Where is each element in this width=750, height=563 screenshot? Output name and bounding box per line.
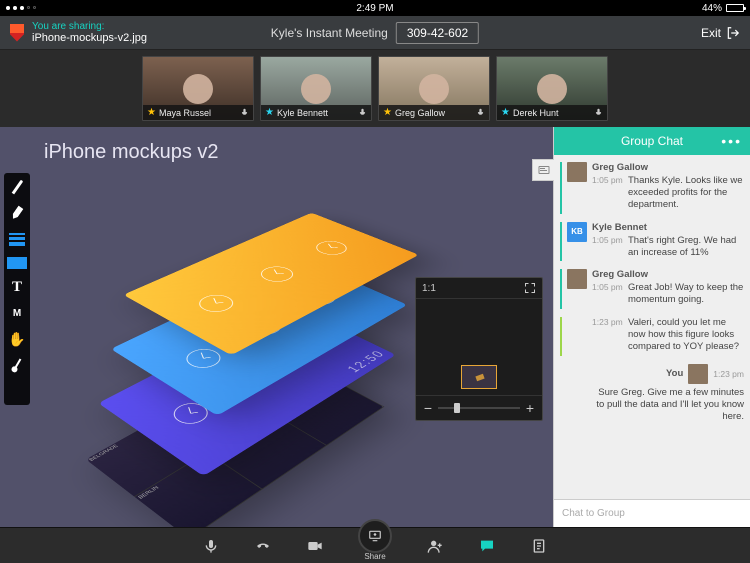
zoom-minimap[interactable]: 1:1 − + [415, 277, 543, 421]
msg-author: Greg Gallow [592, 269, 744, 280]
add-participant-button[interactable] [426, 538, 444, 554]
avatar: KB [567, 222, 587, 242]
exit-button[interactable]: Exit [701, 26, 740, 40]
meeting-title: Kyle's Instant Meeting [271, 26, 388, 40]
pen-tool[interactable] [8, 179, 26, 195]
msg-author: You [666, 368, 683, 379]
ios-status-bar: 2:49 PM 44% [0, 0, 750, 16]
msg-author: Kyle Bennet [592, 222, 744, 233]
sharing-filename: iPhone-mockups-v2.jpg [32, 32, 147, 44]
star-icon: ★ [147, 107, 156, 118]
color-picker-tool[interactable] [7, 257, 27, 269]
hangup-button[interactable] [254, 538, 272, 554]
battery-icon [726, 4, 744, 12]
chat-title: Group Chat [621, 134, 683, 148]
battery-percent: 44% [702, 3, 722, 14]
expand-icon[interactable] [524, 282, 536, 294]
video-button[interactable] [306, 538, 324, 554]
participant-tile[interactable]: ★Greg Gallow [378, 56, 490, 121]
zoom-slider[interactable] [438, 407, 520, 409]
share-label: Share [364, 552, 385, 561]
mic-icon[interactable] [240, 108, 249, 117]
participants-row: ★Maya Russel ★Kyle Bennett ★Greg Gallow … [0, 50, 750, 127]
canvas-title: iPhone mockups v2 [44, 141, 219, 164]
star-icon: ★ [501, 107, 510, 118]
participant-name: Derek Hunt [513, 108, 559, 118]
mockup-illustration: BELGRADEBERLINBERLINBERLINBISHKEKBISHKEK… [90, 187, 420, 487]
shared-canvas[interactable]: iPhone mockups v2 T M ✋ BELGRADEBERLINBE… [0, 127, 553, 527]
meeting-id-button[interactable]: 309-42-602 [396, 22, 479, 44]
msg-time: 1:05 pm [592, 175, 624, 185]
star-icon: ★ [383, 107, 392, 118]
m-tool[interactable]: M [8, 305, 26, 321]
msg-text: Thanks Kyle. Looks like we exceeded prof… [628, 175, 744, 211]
msg-text: Sure Greg. Give me a few minutes to pull… [594, 387, 744, 423]
mute-button[interactable] [202, 538, 220, 554]
hand-tool[interactable]: ✋ [8, 331, 26, 347]
msg-text: Great Job! Way to keep the momentum goin… [628, 282, 744, 306]
mic-icon[interactable] [358, 108, 367, 117]
star-icon: ★ [265, 107, 274, 118]
mic-icon[interactable] [594, 108, 603, 117]
chat-input[interactable] [554, 500, 750, 527]
avatar [567, 162, 587, 182]
msg-text: Valeri, could you let me now how this fi… [628, 317, 744, 353]
share-button[interactable]: Share [358, 519, 392, 561]
participant-name: Maya Russel [159, 108, 211, 118]
bottom-toolbar: Share [0, 527, 750, 563]
mic-icon[interactable] [476, 108, 485, 117]
pointer-tool[interactable] [8, 357, 26, 373]
participant-name: Greg Gallow [395, 108, 445, 118]
msg-author: Greg Gallow [592, 162, 744, 173]
eraser-tool[interactable] [8, 383, 26, 399]
zoom-ratio[interactable]: 1:1 [422, 283, 436, 294]
chat-header: Group Chat ••• [554, 127, 750, 155]
msg-time: 1:05 pm [592, 282, 624, 292]
avatar [688, 364, 708, 384]
highlighter-tool[interactable] [8, 205, 26, 221]
chat-button[interactable] [478, 538, 496, 554]
notes-button[interactable] [530, 538, 548, 554]
chat-panel: Group Chat ••• Greg Gallow 1:05 pm Thanks… [553, 127, 750, 527]
chat-more-button[interactable]: ••• [721, 133, 742, 149]
msg-time: 1:05 pm [592, 235, 624, 245]
text-tool[interactable]: T [8, 279, 26, 295]
annotation-toolbar: T M ✋ [4, 173, 30, 405]
status-time: 2:49 PM [356, 3, 393, 14]
msg-time: 1:23 pm [713, 369, 744, 379]
msg-time: 1:23 pm [592, 317, 624, 327]
participant-tile[interactable]: ★Derek Hunt [496, 56, 608, 121]
participant-tile[interactable]: ★Kyle Bennett [260, 56, 372, 121]
zoom-in-button[interactable]: + [524, 400, 536, 416]
app-logo-icon [10, 24, 24, 42]
chat-collapse-tab[interactable] [532, 159, 554, 181]
chat-messages[interactable]: Greg Gallow 1:05 pm Thanks Kyle. Looks li… [554, 155, 750, 499]
exit-icon [726, 26, 740, 40]
participant-tile[interactable]: ★Maya Russel [142, 56, 254, 121]
line-weight-tool[interactable] [8, 231, 26, 247]
minimap-viewport[interactable] [416, 299, 542, 395]
avatar [567, 269, 587, 289]
sharing-info[interactable]: You are sharing: iPhone-mockups-v2.jpg [32, 21, 147, 44]
signal-dots [6, 6, 36, 10]
participant-name: Kyle Bennett [277, 108, 328, 118]
zoom-out-button[interactable]: − [422, 400, 434, 416]
exit-label: Exit [701, 26, 721, 40]
top-bar: You are sharing: iPhone-mockups-v2.jpg K… [0, 16, 750, 50]
chat-input-container [554, 499, 750, 527]
sharing-label: You are sharing: [32, 21, 147, 32]
msg-text: That's right Greg. We had an increase of… [628, 235, 744, 259]
